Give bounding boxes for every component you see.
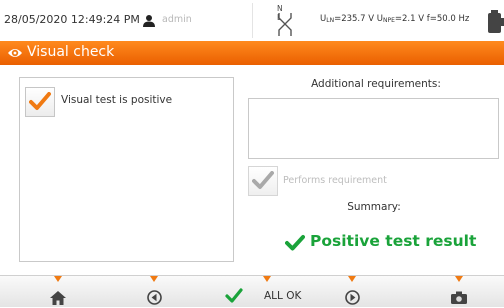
- summary-result-text: Positive test result: [310, 232, 477, 250]
- visual-test-label: Visual test is positive: [61, 94, 173, 106]
- battery-icon: [488, 10, 504, 33]
- checkmark-icon: [252, 171, 274, 189]
- home-icon: [50, 291, 66, 305]
- all-ok-label: ALL OK: [264, 290, 302, 302]
- camera-button[interactable]: [437, 276, 481, 308]
- previous-button[interactable]: [132, 276, 176, 308]
- button-marker: [455, 276, 463, 282]
- status-measurements: ULN=235.7 V UNPE=2.1 V f=50.0 Hz: [320, 14, 470, 24]
- home-button[interactable]: [36, 276, 80, 308]
- summary-label: Summary:: [347, 201, 401, 213]
- button-marker: [150, 276, 158, 282]
- status-divider: [252, 3, 253, 38]
- visual-test-checkbox[interactable]: [25, 87, 55, 117]
- checkmark-icon: [285, 235, 305, 251]
- button-marker: [263, 276, 271, 282]
- eye-icon: [8, 49, 22, 57]
- additional-requirements-heading: Additional requirements:: [311, 78, 441, 90]
- title-bar: Visual check: [0, 41, 504, 65]
- checkmark-icon: [225, 288, 243, 303]
- checkmark-icon: [29, 92, 51, 110]
- status-bar: 28/05/2020 12:49:24 PM admin N L ULN=235…: [0, 0, 504, 41]
- page-title: Visual check: [27, 44, 115, 60]
- status-user: admin: [162, 14, 192, 25]
- visual-check-panel: Visual test is positive: [19, 77, 234, 262]
- status-datetime: 28/05/2020 12:49:24 PM: [4, 13, 140, 26]
- bottom-toolbar: ALL OK: [0, 275, 504, 307]
- next-button[interactable]: [330, 276, 374, 308]
- performs-requirement-checkbox[interactable]: [248, 166, 278, 196]
- arrow-left-circle-icon: [147, 290, 162, 305]
- arrow-right-circle-icon: [345, 290, 360, 305]
- user-icon: [143, 15, 155, 27]
- button-marker: [348, 276, 356, 282]
- performs-requirement-label: Performs requirement: [283, 175, 387, 186]
- button-marker: [54, 276, 62, 282]
- additional-requirements-field[interactable]: [248, 98, 499, 159]
- camera-icon: [451, 291, 467, 304]
- n-l-connection-icon: N L: [273, 4, 297, 38]
